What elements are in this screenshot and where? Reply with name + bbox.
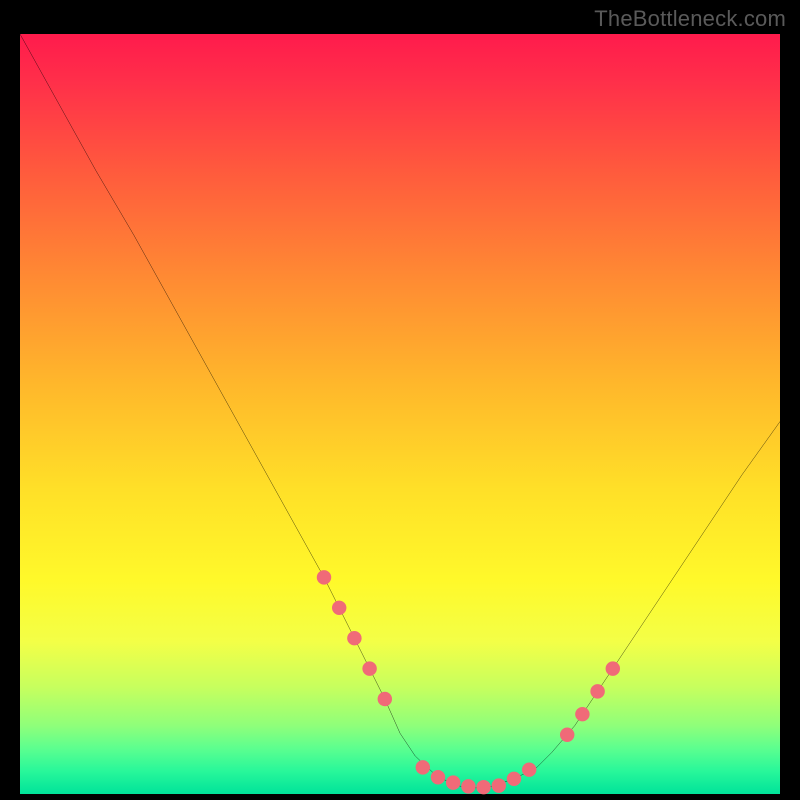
highlight-point [378,692,392,706]
highlight-point [507,772,521,786]
highlight-point [492,778,506,792]
bottleneck-curve [20,34,780,788]
marker-group [317,570,620,794]
plot-area [20,34,780,794]
highlight-point [590,684,604,698]
highlight-point [575,707,589,721]
highlight-point [461,779,475,793]
curve-layer [20,34,780,794]
highlight-point [431,770,445,784]
highlight-point [416,760,430,774]
highlight-point [606,661,620,675]
highlight-point [332,601,346,615]
highlight-point [522,762,536,776]
watermark-text: TheBottleneck.com [594,6,786,32]
highlight-point [446,775,460,789]
highlight-point [476,780,490,794]
highlight-point [362,661,376,675]
chart-frame: TheBottleneck.com [0,0,800,800]
highlight-point [347,631,361,645]
highlight-point [560,728,574,742]
highlight-point [317,570,331,584]
